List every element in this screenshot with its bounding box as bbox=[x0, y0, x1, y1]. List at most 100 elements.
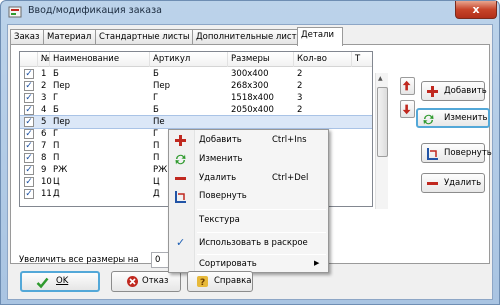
table-scrollbar[interactable]: ▲ bbox=[375, 73, 388, 209]
add-button[interactable]: Добавить bbox=[421, 81, 487, 101]
menu-item-edit[interactable]: Изменить bbox=[169, 151, 328, 168]
header-name[interactable]: Наименование bbox=[50, 52, 150, 67]
context-menu: Добавить Ctrl+Ins Изменить Удалить Ctrl+… bbox=[168, 129, 329, 273]
header-qty[interactable]: Кол-во bbox=[294, 52, 352, 67]
minus-icon bbox=[427, 182, 438, 185]
move-down-button[interactable] bbox=[400, 100, 415, 118]
row-checkbox[interactable]: ✓ bbox=[24, 117, 34, 127]
cell-size: 300x400 bbox=[231, 69, 269, 79]
menu-item-texture[interactable]: Текстура bbox=[169, 212, 328, 229]
rotate-icon bbox=[427, 148, 438, 160]
cell-qty: 2 bbox=[297, 81, 303, 91]
refresh-icon bbox=[175, 154, 186, 165]
minus-icon bbox=[175, 177, 186, 180]
cell-name: Г bbox=[53, 129, 59, 139]
table-row[interactable]: ✓ 4 Б Б 2050x400 2 bbox=[20, 104, 372, 116]
close-button[interactable]: x bbox=[455, 1, 497, 19]
menu-separator bbox=[197, 209, 326, 210]
arrow-down-icon bbox=[402, 104, 411, 115]
increase-sizes-label: Увеличить все размеры на bbox=[19, 255, 139, 265]
cell-name: П bbox=[53, 153, 60, 163]
menu-item-rotate-label: Повернуть bbox=[199, 191, 247, 201]
cell-qty: 2 bbox=[297, 105, 303, 115]
cell-name: Пер bbox=[53, 117, 71, 127]
row-checkbox[interactable]: ✓ bbox=[24, 141, 34, 151]
menu-separator bbox=[197, 232, 326, 233]
ok-button[interactable]: OK bbox=[20, 271, 100, 292]
delete-button[interactable]: Удалить bbox=[421, 173, 485, 193]
cell-qty bbox=[294, 116, 350, 128]
cell-size: 1518x400 bbox=[231, 93, 274, 103]
edit-button-label: Изменить bbox=[444, 113, 488, 123]
tab-details[interactable]: Детали bbox=[297, 27, 343, 46]
submenu-arrow-icon: ▶ bbox=[314, 259, 320, 267]
row-checkbox[interactable]: ✓ bbox=[24, 93, 34, 103]
ok-button-label: OK bbox=[56, 276, 69, 286]
header-check bbox=[20, 52, 38, 67]
cell-name: Пер bbox=[53, 81, 71, 91]
table-header: № Наименование Артикул Размеры Кол-во Т bbox=[20, 52, 372, 67]
help-button-label: Справка bbox=[214, 276, 252, 286]
scroll-thumb[interactable] bbox=[377, 87, 388, 157]
header-t[interactable]: Т bbox=[352, 52, 372, 67]
add-button-label: Добавить bbox=[444, 86, 487, 96]
tab-additional-sheets[interactable]: Дополнительные листы bbox=[192, 29, 303, 45]
cell-name: П bbox=[53, 141, 60, 151]
cell-name: Б bbox=[53, 69, 59, 79]
help-icon: ? bbox=[197, 276, 208, 288]
menu-item-delete-shortcut: Ctrl+Del bbox=[272, 173, 309, 183]
scroll-up-arrow-icon[interactable]: ▲ bbox=[378, 75, 383, 82]
title-bar[interactable]: Ввод/модификация заказа x bbox=[1, 1, 499, 23]
arrow-up-icon bbox=[402, 80, 411, 91]
menu-item-use-in-cutting[interactable]: ✓ Использовать в раскрое bbox=[169, 235, 328, 252]
cell-size: 2050x400 bbox=[231, 105, 274, 115]
cell-art: Г bbox=[153, 93, 159, 103]
row-checkbox[interactable]: ✓ bbox=[24, 105, 34, 115]
cell-name: РЖ bbox=[53, 165, 68, 175]
table-row[interactable]: ✓ 2 Пер Пер 268x300 2 bbox=[20, 80, 372, 92]
header-size[interactable]: Размеры bbox=[228, 52, 294, 67]
plus-icon bbox=[175, 135, 186, 146]
row-checkbox[interactable]: ✓ bbox=[24, 153, 34, 163]
cell-size: 268x300 bbox=[231, 81, 269, 91]
header-number[interactable]: № bbox=[38, 52, 50, 67]
menu-item-delete[interactable]: Удалить Ctrl+Del bbox=[169, 170, 328, 187]
header-article[interactable]: Артикул bbox=[150, 52, 228, 67]
cancel-button-label: Отказ bbox=[142, 276, 169, 286]
cancel-icon bbox=[127, 276, 138, 287]
tab-standard-sheets[interactable]: Стандартные листы bbox=[95, 29, 193, 45]
row-checkbox[interactable]: ✓ bbox=[24, 189, 34, 199]
cell-art: Пер bbox=[153, 81, 171, 91]
row-checkbox[interactable]: ✓ bbox=[24, 69, 34, 79]
cancel-button[interactable]: Отказ bbox=[111, 271, 181, 292]
menu-item-add[interactable]: Добавить Ctrl+Ins bbox=[169, 132, 328, 149]
menu-item-delete-label: Удалить bbox=[199, 173, 237, 183]
cell-size bbox=[228, 116, 292, 128]
table-row[interactable]: ✓ 1 Б Б 300x400 2 bbox=[20, 68, 372, 80]
menu-item-edit-label: Изменить bbox=[199, 154, 243, 164]
checkmark-icon: ✓ bbox=[176, 236, 186, 249]
move-up-button[interactable] bbox=[400, 77, 415, 95]
row-checkbox[interactable]: ✓ bbox=[24, 177, 34, 187]
menu-separator bbox=[197, 254, 326, 255]
table-row[interactable]: ✓ 3 Г Г 1518x400 3 bbox=[20, 92, 372, 104]
rotate-button[interactable]: Повернуть bbox=[421, 143, 492, 163]
row-checkbox[interactable]: ✓ bbox=[24, 129, 34, 139]
refresh-icon bbox=[423, 114, 434, 125]
rotate-button-label: Повернуть bbox=[444, 148, 492, 158]
edit-button[interactable]: Изменить bbox=[416, 108, 490, 128]
tab-material[interactable]: Материал bbox=[43, 29, 96, 45]
plus-icon bbox=[427, 86, 438, 97]
table-row[interactable]: ✓ 5 Пер Пе bbox=[20, 115, 372, 129]
checkmark-icon bbox=[36, 277, 49, 289]
menu-item-rotate[interactable]: Повернуть bbox=[169, 188, 328, 205]
row-checkbox[interactable]: ✓ bbox=[24, 81, 34, 91]
app-icon bbox=[8, 6, 22, 18]
cell-qty: 3 bbox=[297, 93, 303, 103]
tab-order[interactable]: Заказ bbox=[10, 29, 44, 45]
cell-art: Пе bbox=[153, 117, 165, 127]
help-button[interactable]: ? Справка bbox=[187, 271, 253, 292]
cell-name: Д bbox=[53, 189, 60, 199]
row-checkbox[interactable]: ✓ bbox=[24, 165, 34, 175]
cell-art: Б bbox=[153, 69, 159, 79]
